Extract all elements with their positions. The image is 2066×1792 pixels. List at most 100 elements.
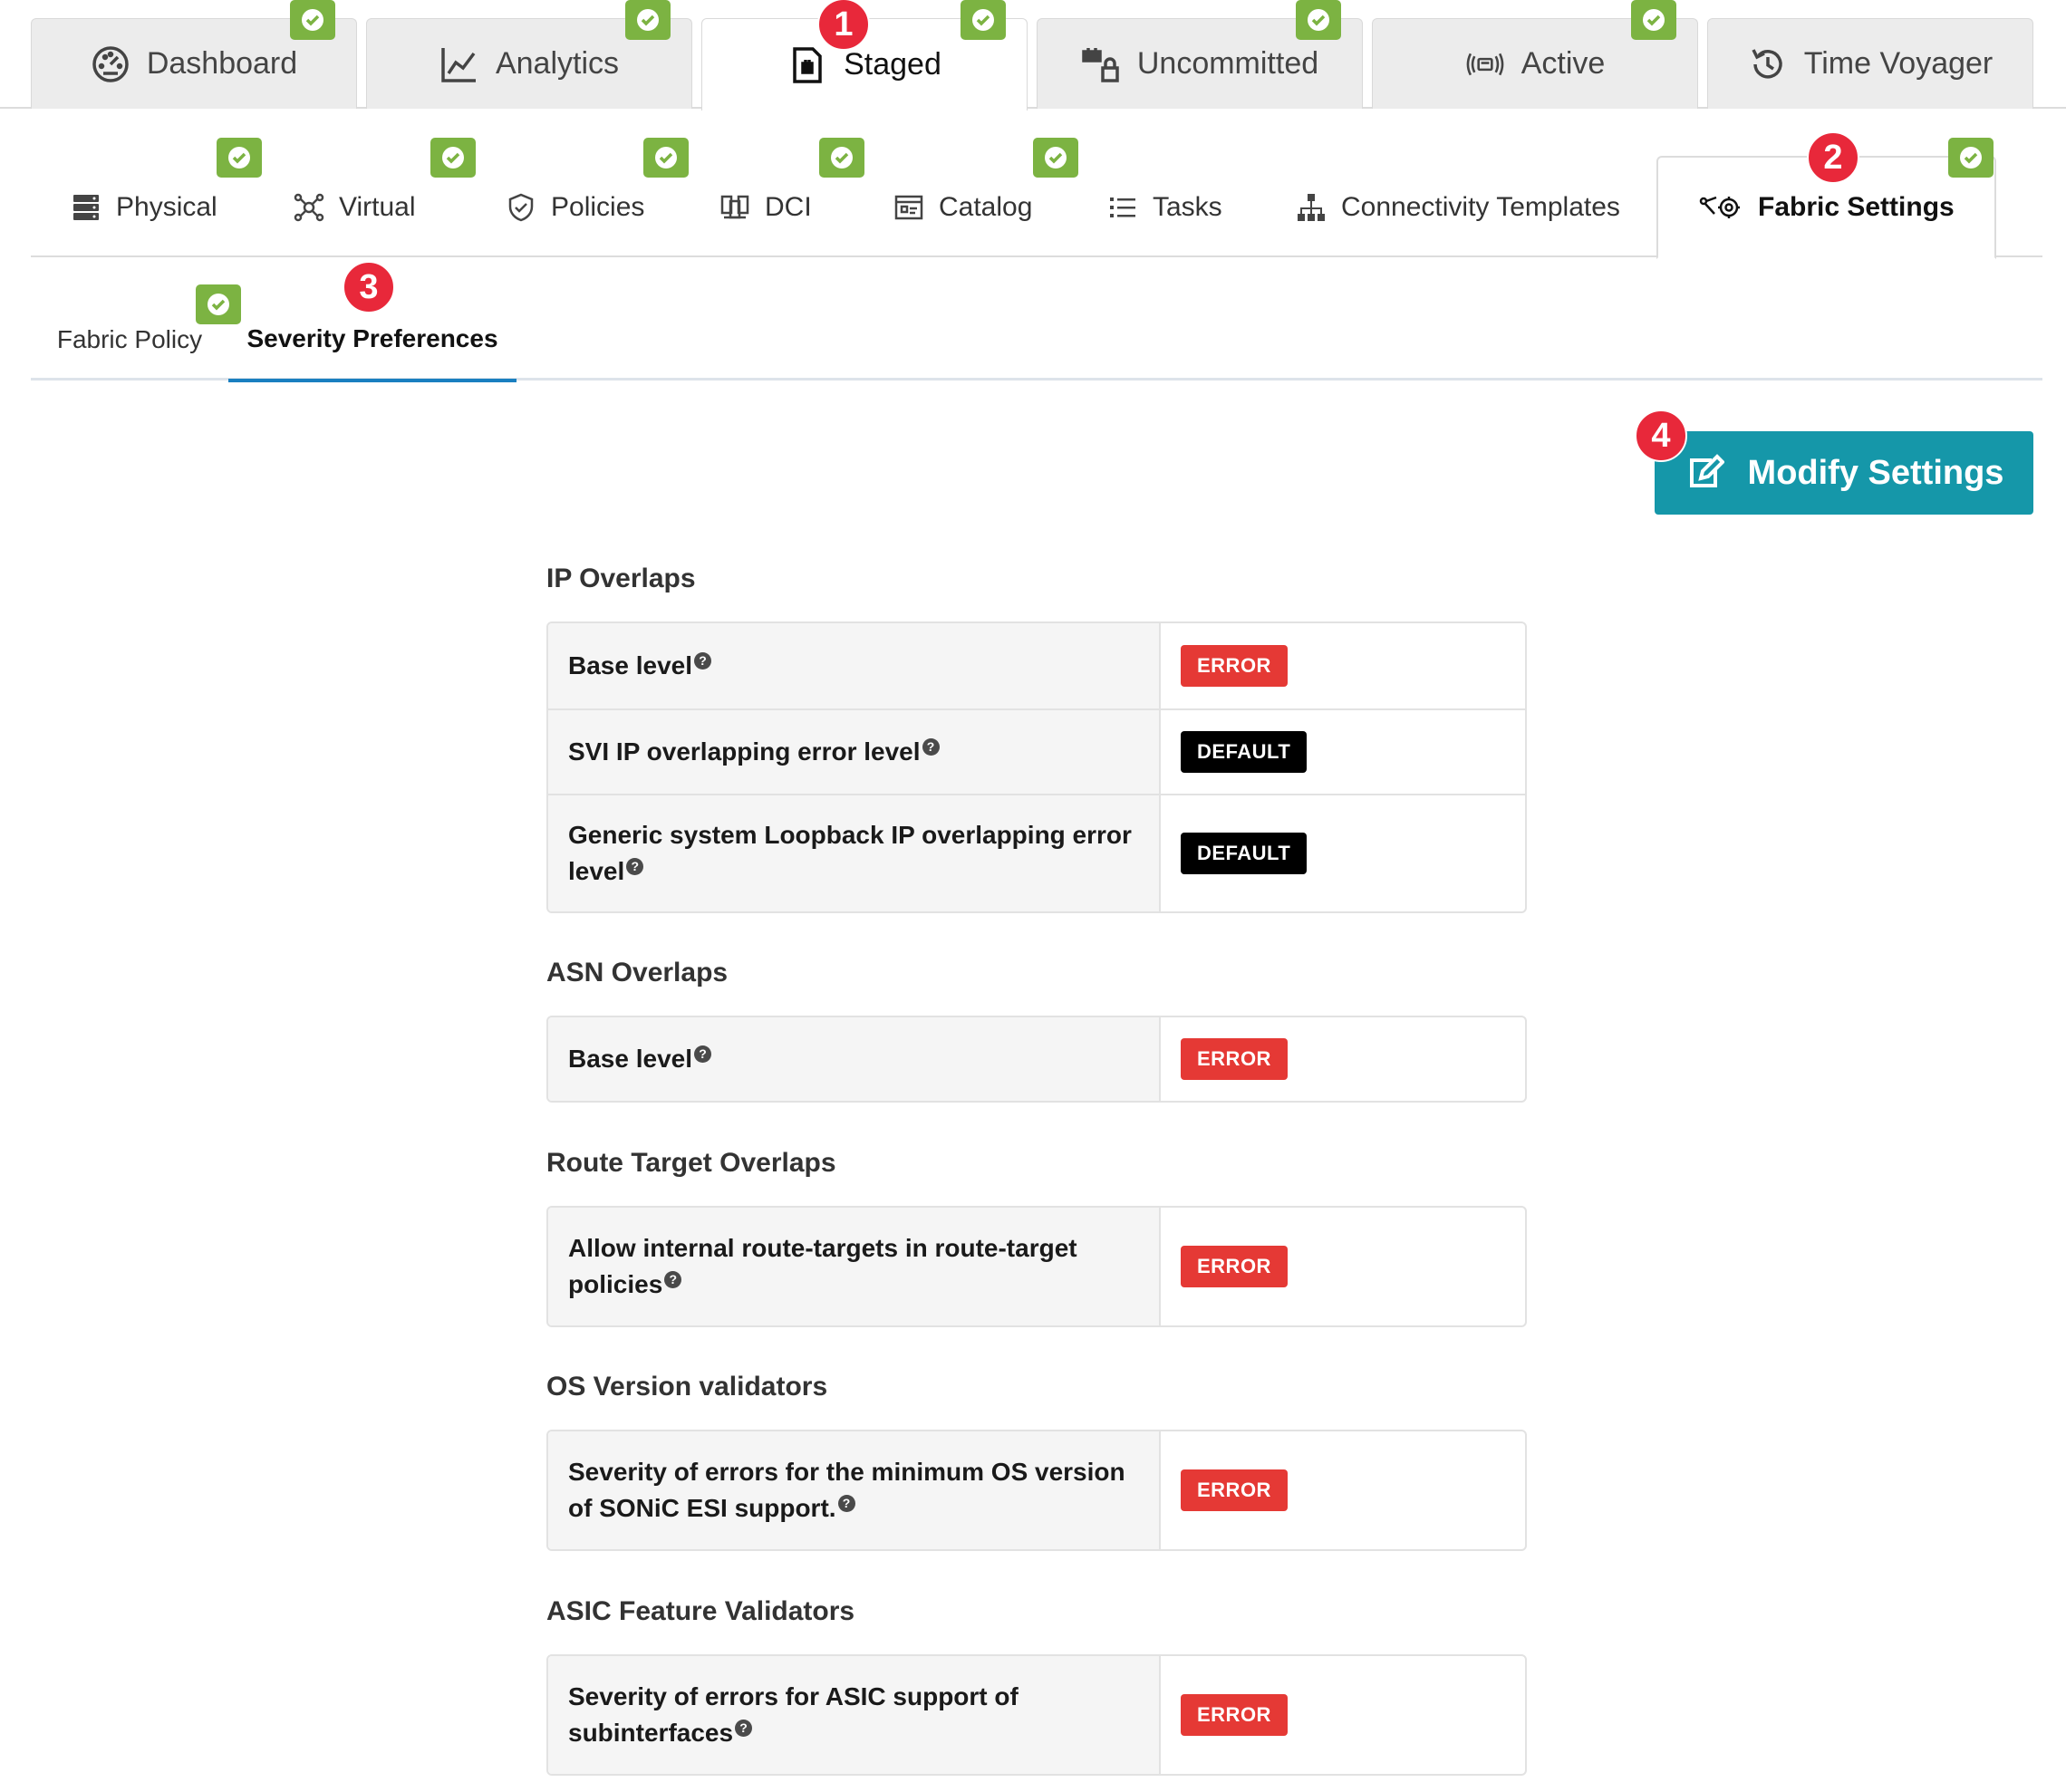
setting-value: ERROR	[1161, 1431, 1525, 1549]
setting-value: ERROR	[1161, 623, 1525, 708]
sub-tab-label: Connectivity Templates	[1341, 192, 1620, 222]
severity-badge: ERROR	[1181, 1038, 1288, 1080]
check-icon	[625, 0, 671, 40]
section-title-asn-overlaps: ASN Overlaps	[546, 958, 729, 988]
check-icon	[1631, 0, 1676, 40]
sub-tab-label: Physical	[116, 192, 217, 222]
hierarchy-icon	[1296, 192, 1327, 223]
sub-tab-label: DCI	[765, 192, 812, 222]
step-badge-1: 1	[817, 0, 870, 51]
staged-file-icon	[787, 45, 827, 85]
section-title-ip-overlaps: IP Overlaps	[546, 564, 696, 593]
check-icon	[430, 138, 476, 178]
tab-time-voyager[interactable]: Time Voyager	[1707, 18, 2033, 109]
check-icon	[1296, 0, 1341, 40]
sub-tab-tasks[interactable]: Tasks	[1107, 158, 1222, 257]
third-tab-label: Severity Preferences	[246, 324, 498, 352]
route-target-overlaps-table: Allow internal route-targets in route-ta…	[546, 1206, 1527, 1327]
check-icon	[1033, 138, 1078, 178]
network-nodes-icon	[294, 192, 324, 223]
third-tab-label: Fabric Policy	[56, 325, 203, 353]
help-icon[interactable]: ?	[694, 1045, 711, 1063]
setting-label: Base level?	[548, 1017, 1161, 1101]
shield-check-icon	[506, 192, 536, 223]
server-stack-icon	[71, 192, 101, 223]
setting-label: Generic system Loopback IP overlapping e…	[548, 795, 1161, 911]
setting-label: Base level?	[548, 623, 1161, 708]
edit-icon	[1685, 453, 1724, 493]
step-badge-2: 2	[1807, 131, 1859, 184]
line-chart-icon	[439, 44, 479, 84]
table-row: Base level? ERROR	[548, 1017, 1525, 1101]
setting-label: SVI IP overlapping error level?	[548, 710, 1161, 794]
sub-tab-virtual[interactable]: Virtual	[294, 158, 416, 257]
asn-overlaps-table: Base level? ERROR	[546, 1016, 1527, 1103]
setting-value: ERROR	[1161, 1017, 1525, 1101]
modify-settings-button[interactable]: Modify Settings	[1655, 431, 2033, 515]
help-icon[interactable]: ?	[837, 1494, 855, 1512]
sub-tab-catalog[interactable]: Catalog	[893, 158, 1032, 257]
tab-label: Dashboard	[146, 46, 298, 81]
table-row: Generic system Loopback IP overlapping e…	[548, 794, 1525, 911]
modify-settings-label: Modify Settings	[1747, 453, 2004, 492]
section-title-os-version-validators: OS Version validators	[546, 1372, 828, 1402]
severity-badge: ERROR	[1181, 1469, 1288, 1511]
tab-label: Time Voyager	[1803, 46, 1994, 81]
top-tab-bar: Dashboard Analytics Staged Uncommitted A…	[0, 0, 2066, 111]
catalog-icon	[893, 192, 924, 223]
table-row: Severity of errors for the minimum OS ve…	[548, 1431, 1525, 1549]
tab-label: Active	[1521, 46, 1606, 81]
tab-label: Analytics	[495, 46, 620, 81]
setting-value: DEFAULT	[1161, 710, 1525, 794]
gauge-icon	[91, 44, 130, 84]
check-icon	[196, 284, 241, 324]
setting-value: ERROR	[1161, 1656, 1525, 1774]
check-icon	[643, 138, 689, 178]
tab-label: Staged	[844, 47, 941, 82]
uncommitted-icon	[1081, 44, 1121, 84]
setting-label: Allow internal route-targets in route-ta…	[548, 1208, 1161, 1325]
sub-tab-connectivity-templates[interactable]: Connectivity Templates	[1296, 158, 1620, 257]
check-icon	[1948, 138, 1994, 178]
fabric-gear-icon	[1698, 192, 1743, 223]
table-row: Allow internal route-targets in route-ta…	[548, 1208, 1525, 1325]
check-icon	[819, 138, 864, 178]
sub-tab-label: Policies	[551, 192, 645, 222]
step-badge-4: 4	[1635, 409, 1687, 462]
sub-tab-physical[interactable]: Physical	[71, 158, 217, 257]
help-icon[interactable]: ?	[735, 1719, 753, 1737]
check-icon	[961, 0, 1006, 40]
asic-feature-validators-table: Severity of errors for ASIC support of s…	[546, 1654, 1527, 1776]
help-icon[interactable]: ?	[664, 1270, 682, 1288]
severity-badge: ERROR	[1181, 645, 1288, 687]
help-icon[interactable]: ?	[922, 737, 940, 756]
section-title-asic-feature-validators: ASIC Feature Validators	[546, 1596, 855, 1626]
severity-badge: DEFAULT	[1181, 731, 1308, 773]
section-title-route-target-overlaps: Route Target Overlaps	[546, 1148, 836, 1178]
tab-label: Uncommitted	[1136, 46, 1319, 81]
severity-badge: DEFAULT	[1181, 833, 1308, 874]
sub-tab-dci[interactable]: DCI	[719, 158, 812, 257]
table-row: SVI IP overlapping error level? DEFAULT	[548, 708, 1525, 794]
help-icon[interactable]: ?	[694, 651, 711, 670]
step-badge-3: 3	[343, 261, 395, 313]
sub-tab-label: Virtual	[339, 192, 416, 222]
list-icon	[1107, 192, 1138, 223]
os-version-validators-table: Severity of errors for the minimum OS ve…	[546, 1430, 1527, 1551]
setting-value: DEFAULT	[1161, 795, 1525, 911]
check-icon	[217, 138, 262, 178]
setting-value: ERROR	[1161, 1208, 1525, 1325]
setting-label: Severity of errors for ASIC support of s…	[548, 1656, 1161, 1774]
ip-overlaps-table: Base level? ERROR SVI IP overlapping err…	[546, 621, 1527, 913]
help-icon[interactable]: ?	[626, 857, 644, 875]
severity-badge: ERROR	[1181, 1694, 1288, 1736]
setting-label: Severity of errors for the minimum OS ve…	[548, 1431, 1161, 1549]
sub-tab-policies[interactable]: Policies	[506, 158, 644, 257]
history-icon	[1748, 44, 1788, 84]
severity-badge: ERROR	[1181, 1246, 1288, 1287]
sub-tab-label: Tasks	[1153, 192, 1222, 222]
check-icon	[290, 0, 335, 40]
table-row: Severity of errors for ASIC support of s…	[548, 1656, 1525, 1774]
sub-tab-label: Catalog	[939, 192, 1033, 222]
third-tab-bar: Fabric Policy Severity Preferences	[31, 299, 2042, 382]
